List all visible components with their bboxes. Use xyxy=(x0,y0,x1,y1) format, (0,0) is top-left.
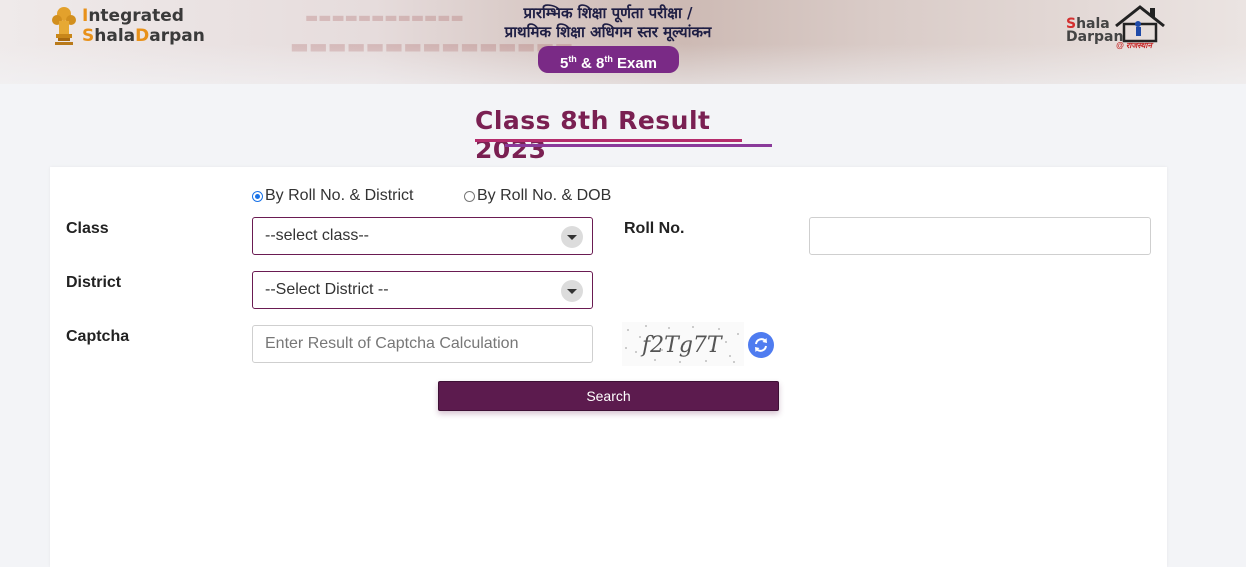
shala-darpan-logo[interactable]: Shala Darpan @ राजस्थान xyxy=(1064,4,1168,52)
banner-background-decoration: ▬▬▬▬▬▬▬▬▬▬▬▬ xyxy=(305,10,464,26)
roll-no-input[interactable] xyxy=(809,217,1151,255)
chevron-down-icon[interactable] xyxy=(561,226,583,248)
captcha-input[interactable]: Enter Result of Captcha Calculation xyxy=(252,325,593,363)
radio-button-checked[interactable] xyxy=(252,190,263,202)
captcha-image: f2Tg7T xyxy=(622,322,744,366)
exam-title-line1: प्रारम्भिक शिक्षा पूर्णता परीक्षा / xyxy=(523,4,693,22)
district-label: District xyxy=(66,274,122,291)
exam-title: प्रारम्भिक शिक्षा पूर्णता परीक्षा / प्रा… xyxy=(458,4,758,42)
header-banner: ▬▬▬▬▬▬▬▬▬▬▬▬ ▬▬▬▬▬▬▬▬▬▬▬▬▬▬▬ Integrated … xyxy=(0,0,1246,84)
integrated-shaladarpan-logo-text[interactable]: Integrated ShalaDarpan xyxy=(82,6,205,46)
state-emblem-icon xyxy=(52,7,76,45)
title-underline xyxy=(475,139,742,142)
class-label: Class xyxy=(66,220,109,237)
result-search-form: By Roll No. & District By Roll No. & DOB… xyxy=(50,167,1167,567)
chevron-down-icon[interactable] xyxy=(561,280,583,302)
captcha-label: Captcha xyxy=(66,328,130,345)
captcha-text: f2Tg7T xyxy=(640,333,724,358)
refresh-captcha-button[interactable] xyxy=(748,332,774,358)
radio-button-unchecked[interactable] xyxy=(464,190,475,202)
district-select[interactable]: --Select District -- xyxy=(252,271,593,309)
radio-by-roll-dob[interactable]: By Roll No. & DOB xyxy=(464,187,611,205)
search-button[interactable]: Search xyxy=(438,381,779,411)
exam-title-line2: प्राथमिक शिक्षा अधिगम स्तर मूल्यांकन xyxy=(504,23,712,41)
title-underline-secondary xyxy=(505,144,772,147)
class-select[interactable]: --select class-- xyxy=(252,217,593,255)
refresh-icon xyxy=(755,338,767,352)
exam-badge: 5th & 8th Exam xyxy=(538,46,679,73)
radio-by-roll-district[interactable]: By Roll No. & District xyxy=(252,187,413,205)
roll-no-label: Roll No. xyxy=(624,220,685,237)
page-title: Class 8th Result 2023 xyxy=(475,106,711,164)
